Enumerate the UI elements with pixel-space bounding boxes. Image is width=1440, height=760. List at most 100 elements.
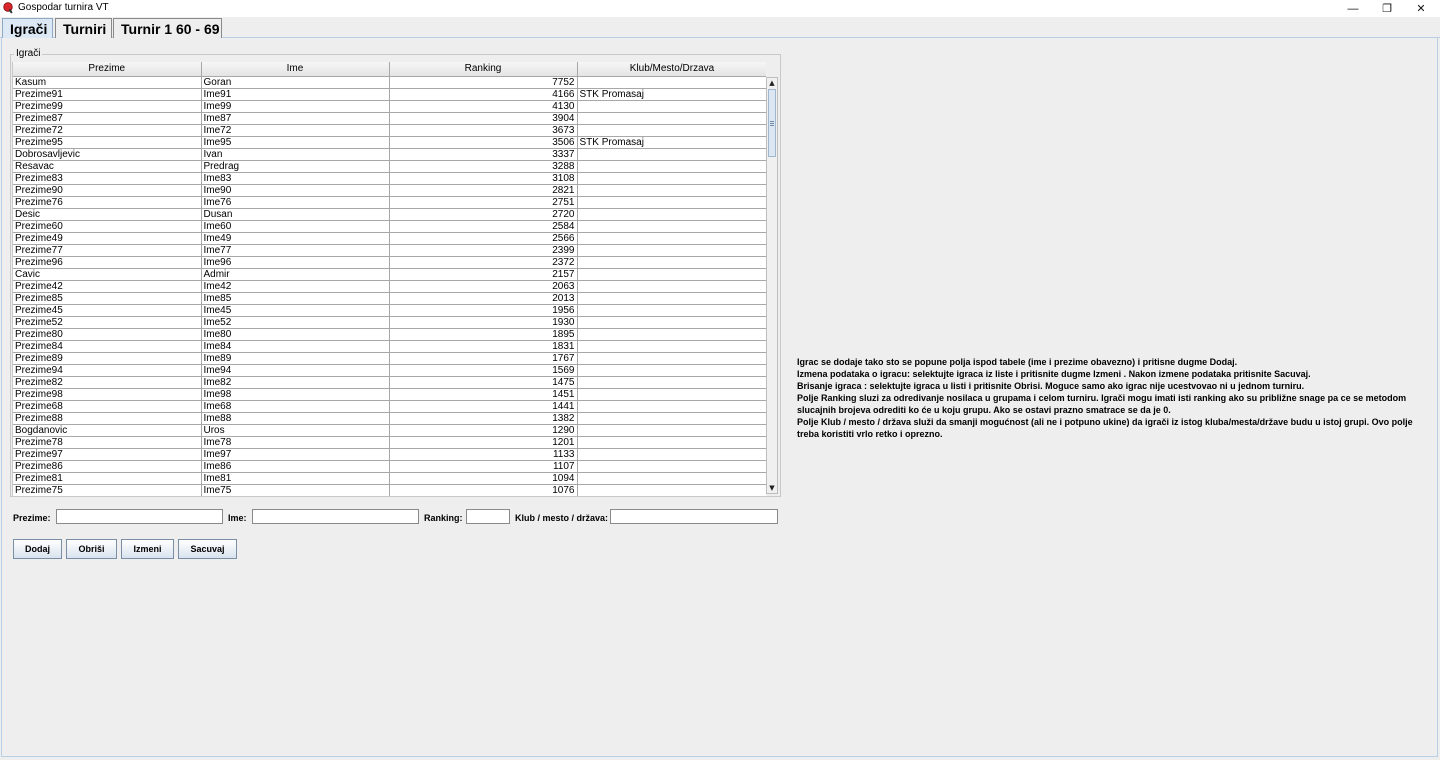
help-line-ranking: Polje Ranking sluzi za odredivanje nosil…: [797, 393, 1407, 415]
table-row[interactable]: Cavic Admir 2157: [13, 268, 766, 281]
table-row[interactable]: Prezime94 Ime94 1569: [13, 364, 766, 377]
column-header-klub[interactable]: Klub/Mesto/Drzava: [577, 62, 766, 77]
cell-ime: Ime98: [201, 388, 390, 401]
table-row[interactable]: Prezime80 Ime80 1895: [13, 328, 766, 341]
column-header-ranking[interactable]: Ranking: [389, 62, 578, 77]
cell-klub: [577, 436, 766, 449]
cell-prezime: Prezime81: [13, 472, 202, 485]
cell-ime: Ime75: [201, 484, 390, 496]
cell-ime: Ime83: [201, 172, 390, 185]
cell-ranking: 1831: [389, 340, 578, 353]
window-title: Gospodar turnira VT: [18, 2, 109, 13]
table-row[interactable]: Kasum Goran 7752: [13, 76, 766, 89]
table-row[interactable]: Prezime76 Ime76 2751: [13, 196, 766, 209]
restore-button[interactable]: ❐: [1370, 0, 1404, 17]
save-button[interactable]: Sacuvaj: [178, 539, 237, 559]
cell-ranking: 3337: [389, 148, 578, 161]
table-row[interactable]: Prezime52 Ime52 1930: [13, 316, 766, 329]
cell-ranking: 2584: [389, 220, 578, 233]
cell-prezime: Prezime77: [13, 244, 202, 257]
ranking-input[interactable]: [466, 509, 510, 524]
cell-prezime: Prezime72: [13, 124, 202, 137]
table-row[interactable]: Prezime81 Ime81 1094: [13, 472, 766, 485]
table-row[interactable]: Prezime96 Ime96 2372: [13, 256, 766, 269]
cell-ranking: 1290: [389, 424, 578, 437]
cell-prezime: Prezime83: [13, 172, 202, 185]
column-header-prezime[interactable]: Prezime: [13, 62, 202, 77]
tab-turniri[interactable]: Turniri: [55, 18, 112, 38]
cell-ranking: 1094: [389, 472, 578, 485]
cell-ranking: 4166: [389, 88, 578, 101]
cell-klub: [577, 280, 766, 293]
table-row[interactable]: Prezime91 Ime91 4166 STK Promasaj: [13, 88, 766, 101]
edit-button[interactable]: Izmeni: [121, 539, 174, 559]
cell-prezime: Prezime85: [13, 292, 202, 305]
scroll-up-icon[interactable]: ▲: [767, 78, 777, 88]
add-button[interactable]: Dodaj: [13, 539, 62, 559]
table-row[interactable]: Resavac Predrag 3288: [13, 160, 766, 173]
cell-klub: [577, 424, 766, 437]
cell-ime: Ime86: [201, 460, 390, 473]
cell-ranking: 3904: [389, 112, 578, 125]
cell-klub: [577, 304, 766, 317]
close-button[interactable]: ✕: [1404, 0, 1438, 17]
players-table[interactable]: Prezime Ime Ranking Klub/Mesto/Drzava Ka…: [12, 62, 766, 496]
table-row[interactable]: Prezime95 Ime95 3506 STK Promasaj: [13, 136, 766, 149]
cell-klub: [577, 184, 766, 197]
cell-ranking: 2157: [389, 268, 578, 281]
ranking-label: Ranking:: [424, 513, 463, 523]
table-row[interactable]: Prezime49 Ime49 2566: [13, 232, 766, 245]
table-row[interactable]: Prezime89 Ime89 1767: [13, 352, 766, 365]
cell-klub: [577, 460, 766, 473]
cell-ranking: 1956: [389, 304, 578, 317]
table-row[interactable]: Prezime77 Ime77 2399: [13, 244, 766, 257]
table-row[interactable]: Prezime85 Ime85 2013: [13, 292, 766, 305]
cell-ime: Ime42: [201, 280, 390, 293]
table-row[interactable]: Prezime78 Ime78 1201: [13, 436, 766, 449]
scroll-down-icon[interactable]: ▼: [767, 483, 777, 493]
table-row[interactable]: Prezime68 Ime68 1441: [13, 400, 766, 413]
prezime-input[interactable]: [56, 509, 223, 524]
table-row[interactable]: Prezime88 Ime88 1382: [13, 412, 766, 425]
table-row[interactable]: Prezime42 Ime42 2063: [13, 280, 766, 293]
cell-ime: Ime87: [201, 112, 390, 125]
table-row[interactable]: Prezime45 Ime45 1956: [13, 304, 766, 317]
table-row[interactable]: Prezime98 Ime98 1451: [13, 388, 766, 401]
ime-input[interactable]: [252, 509, 419, 524]
table-scrollbar[interactable]: ▲ ▼: [766, 77, 778, 494]
table-row[interactable]: Prezime86 Ime86 1107: [13, 460, 766, 473]
cell-ranking: 1895: [389, 328, 578, 341]
table-row[interactable]: Prezime87 Ime87 3904: [13, 112, 766, 125]
table-row[interactable]: Prezime84 Ime84 1831: [13, 340, 766, 353]
table-row[interactable]: Prezime83 Ime83 3108: [13, 172, 766, 185]
table-row[interactable]: Prezime72 Ime72 3673: [13, 124, 766, 137]
table-row[interactable]: Prezime97 Ime97 1133: [13, 448, 766, 461]
minimize-button[interactable]: —: [1336, 0, 1370, 17]
cell-prezime: Kasum: [13, 76, 202, 89]
table-row[interactable]: Prezime99 Ime99 4130: [13, 100, 766, 113]
cell-ime: Ime85: [201, 292, 390, 305]
table-row[interactable]: Prezime82 Ime82 1475: [13, 376, 766, 389]
app-icon: [3, 2, 13, 14]
help-line-klub: Polje Klub / mesto / država služi da sma…: [797, 417, 1413, 439]
table-row[interactable]: Bogdanovic Uros 1290: [13, 424, 766, 437]
cell-prezime: Prezime98: [13, 388, 202, 401]
table-row[interactable]: Desic Dusan 2720: [13, 208, 766, 221]
cell-klub: [577, 220, 766, 233]
table-row[interactable]: Dobrosavljevic Ivan 3337: [13, 148, 766, 161]
tab-turnir-1[interactable]: Turnir 1 60 - 69: [113, 18, 222, 38]
table-row[interactable]: Prezime60 Ime60 2584: [13, 220, 766, 233]
klub-input[interactable]: [610, 509, 778, 524]
cell-prezime: Prezime96: [13, 256, 202, 269]
column-header-ime[interactable]: Ime: [201, 62, 390, 77]
cell-klub: [577, 244, 766, 257]
cell-ranking: 1133: [389, 448, 578, 461]
cell-ranking: 1475: [389, 376, 578, 389]
help-line-delete: Brisanje igraca : selektujte igraca u li…: [797, 381, 1305, 391]
cell-klub: [577, 472, 766, 485]
scrollbar-thumb[interactable]: [768, 89, 776, 157]
table-row[interactable]: Prezime75 Ime75 1076: [13, 484, 766, 496]
tab-igraci[interactable]: Igrači: [2, 18, 53, 38]
table-row[interactable]: Prezime90 Ime90 2821: [13, 184, 766, 197]
delete-button[interactable]: Obriši: [66, 539, 117, 559]
